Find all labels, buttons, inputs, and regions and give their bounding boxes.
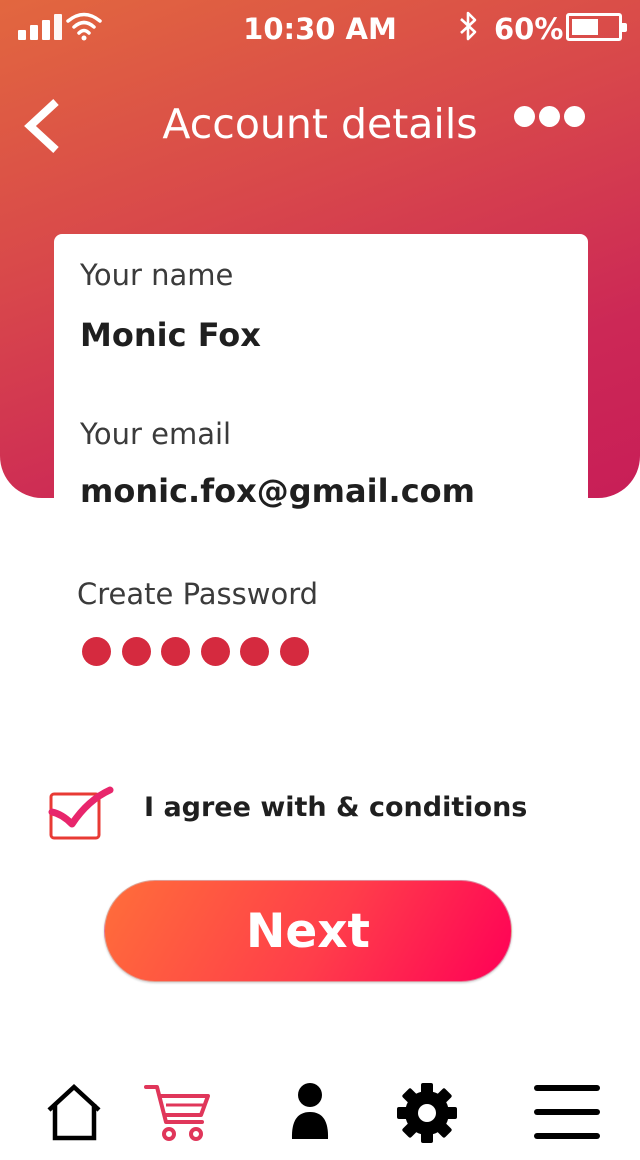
agree-checkbox[interactable] [48, 786, 114, 842]
user-icon[interactable] [290, 1082, 330, 1142]
menu-icon[interactable] [532, 1082, 602, 1142]
password-dot [161, 637, 190, 666]
cart-icon[interactable] [144, 1082, 212, 1144]
gear-icon[interactable] [396, 1082, 458, 1144]
password-dot [240, 637, 269, 666]
email-field[interactable]: monic.fox@gmail.com [80, 472, 475, 510]
name-label: Your name [80, 258, 234, 292]
password-label: Create Password [77, 577, 319, 611]
bluetooth-icon [460, 11, 477, 41]
password-dot [121, 637, 151, 666]
password-dot [200, 637, 230, 666]
password-dot [82, 637, 111, 666]
battery-icon [566, 13, 627, 41]
more-options-button[interactable] [512, 104, 588, 130]
battery-percent: 60% [494, 12, 564, 46]
name-field[interactable]: Monic Fox [80, 316, 261, 354]
password-dot [279, 637, 309, 666]
email-label: Your email [80, 417, 232, 451]
agree-label[interactable]: I agree with & conditions [144, 792, 527, 823]
password-field[interactable] [82, 637, 322, 667]
home-icon[interactable] [44, 1082, 104, 1142]
next-button[interactable]: Next [104, 880, 512, 982]
status-bar: 10:30 AM 60% [0, 0, 640, 56]
